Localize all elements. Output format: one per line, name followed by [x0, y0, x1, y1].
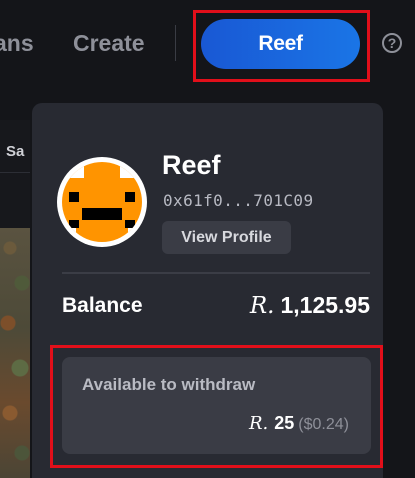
withdraw-usd-value: ($0.24) [298, 416, 349, 433]
background-image [0, 228, 30, 478]
background-divider [0, 172, 30, 173]
withdraw-value: 25 [274, 413, 295, 433]
balance-amount: 1,125.95 [280, 292, 370, 318]
nav-link-partial[interactable]: ans [0, 30, 34, 57]
background-tab-partial[interactable]: Sa [6, 143, 24, 160]
withdraw-amount: R. 25 ($0.24) [249, 413, 349, 434]
pixel-avatar-icon [62, 162, 142, 242]
account-button[interactable]: Reef [201, 19, 360, 69]
account-name: Reef [162, 150, 221, 180]
help-icon[interactable]: ? [382, 33, 402, 53]
view-profile-button[interactable]: View Profile [162, 221, 291, 254]
panel-divider [62, 272, 370, 274]
nav-divider [175, 25, 176, 61]
top-nav-bar: ans Create Reef ? [0, 0, 415, 88]
balance-label: Balance [62, 294, 143, 317]
account-address[interactable]: 0x61f0...701C09 [163, 191, 314, 210]
avatar[interactable] [57, 157, 147, 247]
reef-currency-icon: R. [249, 293, 275, 319]
withdraw-label: Available to withdraw [82, 375, 256, 394]
nav-link-create[interactable]: Create [73, 30, 145, 57]
withdraw-card[interactable]: Available to withdraw R. 25 ($0.24) [62, 357, 371, 454]
reef-currency-icon: R. [248, 413, 269, 434]
balance-value: R. 1,125.95 [250, 292, 370, 319]
